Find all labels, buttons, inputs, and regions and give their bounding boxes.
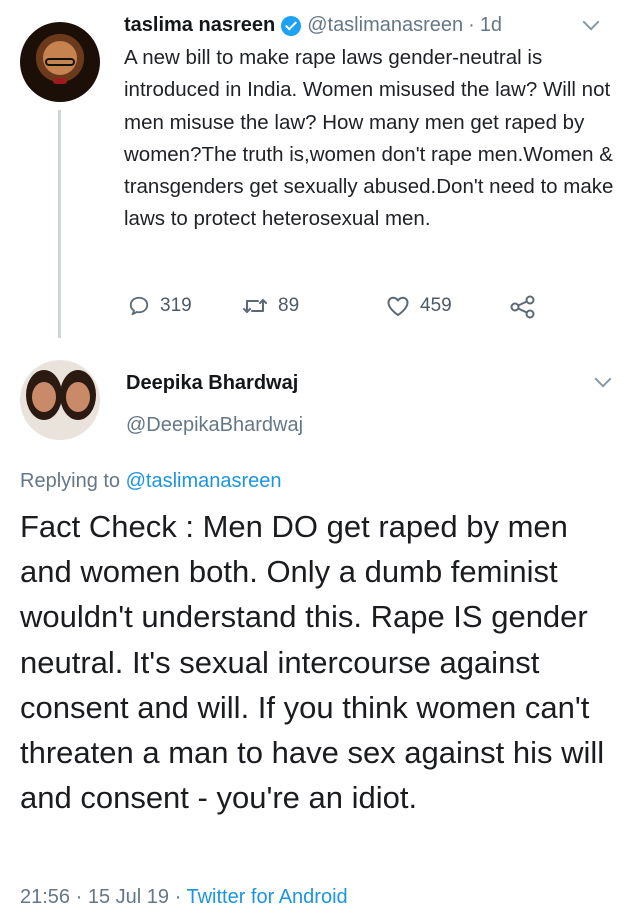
chevron-down-icon[interactable] <box>582 13 600 31</box>
author-avatar-taslima[interactable] <box>20 22 100 102</box>
avatar-glasses-detail <box>45 58 75 66</box>
tweet-timestamp[interactable]: 1d <box>480 14 502 37</box>
tweet-source-link[interactable]: Twitter for Android <box>186 886 347 908</box>
author-avatar-deepika[interactable] <box>20 360 100 440</box>
avatar-face-left <box>32 382 56 412</box>
meta-separator: · <box>75 886 83 908</box>
reply-count: 319 <box>160 295 192 316</box>
author-name[interactable]: Deepika Bhardwaj <box>126 372 298 395</box>
retweet-icon <box>243 299 267 313</box>
retweet-button[interactable]: 89 <box>242 295 299 317</box>
like-count: 459 <box>420 295 452 316</box>
tweet-time[interactable]: 21:56 <box>20 886 70 908</box>
reply-button[interactable]: 319 <box>128 295 192 317</box>
retweet-count: 89 <box>278 295 300 316</box>
replying-to-handle-link[interactable]: @taslimanasreen <box>126 470 282 492</box>
reply-icon <box>129 296 149 316</box>
like-button[interactable]: 459 <box>386 295 452 317</box>
tweet-text: Fact Check : Men DO get raped by men and… <box>20 509 605 816</box>
verified-badge-icon <box>281 15 302 36</box>
author-name[interactable]: taslima nasreen <box>124 14 275 37</box>
author-handle[interactable]: @taslimanasreen <box>307 14 463 37</box>
share-icon <box>510 295 535 319</box>
chevron-down-icon[interactable] <box>594 370 612 388</box>
replying-to-label: Replying to <box>20 470 121 492</box>
tweet-text: A new bill to make rape laws gender-neut… <box>124 46 614 231</box>
author-handle[interactable]: @DeepikaBhardwaj <box>126 414 303 437</box>
thread-connector-line <box>58 110 61 338</box>
heart-icon <box>387 296 409 316</box>
replying-to-line: Replying to @taslimanasreen <box>20 470 282 493</box>
tweet-header: taslima nasreen @taslimanasreen · 1d <box>124 14 502 37</box>
header-separator: · <box>468 14 475 36</box>
share-button[interactable] <box>510 295 536 319</box>
meta-separator: · <box>174 886 182 908</box>
avatar-lips-detail <box>53 78 67 84</box>
avatar-face-right <box>66 382 90 412</box>
tweet-date[interactable]: 15 Jul 19 <box>88 886 169 908</box>
tweet-metadata: 21:56 · 15 Jul 19 · Twitter for Android <box>20 886 348 909</box>
